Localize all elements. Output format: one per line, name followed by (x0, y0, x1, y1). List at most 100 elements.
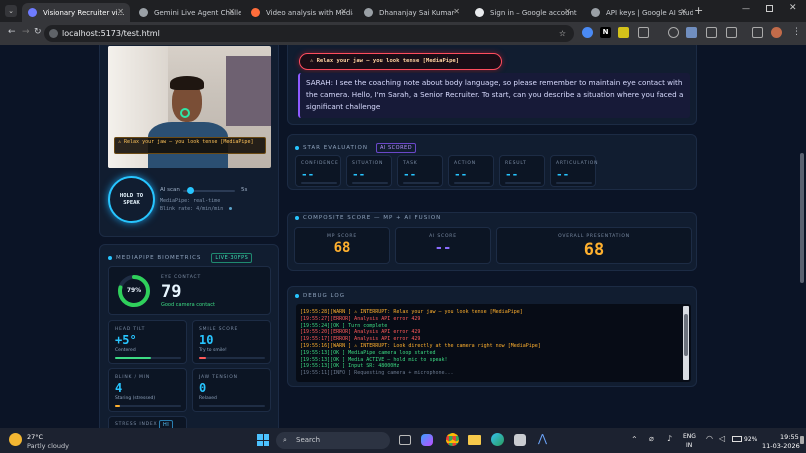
clock-time[interactable]: 19:55 (780, 433, 799, 441)
windows-start-icon[interactable] (257, 434, 269, 446)
forward-icon[interactable]: → (22, 27, 30, 37)
extension-icon-6[interactable] (686, 27, 697, 38)
stress-index-badge: HI (159, 420, 174, 428)
extension-icon-3[interactable] (618, 27, 629, 38)
mp-score-label: MP SCORE (327, 234, 357, 239)
weather-icon[interactable] (9, 433, 22, 446)
extension-icon-5[interactable] (668, 27, 679, 38)
input-language[interactable]: ENG (683, 433, 696, 440)
battery-icon[interactable] (732, 436, 742, 442)
browser-tab[interactable]: Gemini Live Agent Challen ✕ (133, 3, 241, 22)
extension-icon-8[interactable] (726, 27, 737, 38)
ai-scan-label: AI scan (160, 187, 180, 193)
tab-title: Visionary Recruiter vi... (43, 8, 125, 17)
weather-temp[interactable]: 27°C (27, 433, 43, 441)
task-view-icon[interactable] (399, 435, 411, 445)
mp-score-value: 68 (333, 240, 351, 256)
profile-avatar-icon[interactable] (771, 27, 782, 38)
ai-scan-slider[interactable] (183, 187, 235, 194)
app-arrow-icon[interactable]: ⋀ (538, 432, 547, 445)
tab-close-icon[interactable]: ✕ (453, 7, 460, 16)
settings-gear-icon[interactable] (514, 434, 526, 446)
volume-icon[interactable]: ◁ (719, 434, 725, 443)
tab-favicon-icon (591, 8, 600, 17)
video-warning-overlay: ⚠ Relax your jaw — you look tense [Media… (114, 137, 266, 154)
tab-favicon-icon (475, 8, 484, 17)
jaw-tension-value: 0 (199, 381, 207, 395)
star-card-label: ACTION (454, 161, 476, 166)
tab-close-icon[interactable]: ✕ (340, 7, 347, 16)
tab-close-icon[interactable]: ✕ (564, 7, 571, 16)
microphone-icon[interactable]: ♪ (667, 434, 672, 443)
new-tab-button[interactable]: + (694, 4, 703, 17)
tray-overflow-icon[interactable]: ⌃ (631, 435, 638, 444)
star-card-bar (556, 182, 592, 184)
notification-icon[interactable] (800, 436, 804, 444)
reload-icon[interactable]: ↻ (34, 27, 42, 37)
browser-tab[interactable]: Sign in – Google accounts ✕ (469, 3, 577, 22)
smile-score-note: Try to smile! (199, 348, 227, 353)
page-scrollbar[interactable] (798, 45, 806, 428)
close-window-icon[interactable]: ✕ (789, 3, 797, 13)
back-icon[interactable]: ← (8, 27, 16, 37)
star-card-confidence: CONFIDENCE -- (295, 155, 341, 187)
smile-score-bar (199, 357, 265, 359)
restore-icon[interactable] (766, 5, 773, 12)
browser-tab[interactable]: API keys | Google AI Studi ✕ (585, 3, 693, 22)
browser-tab[interactable]: Dhananjay Sai Kumar ✕ (358, 3, 466, 22)
bookmark-star-icon[interactable]: ☆ (559, 25, 566, 42)
overall-presentation-value: 68 (583, 240, 605, 260)
weather-desc[interactable]: Partly cloudy (27, 442, 69, 450)
extension-icon-2[interactable]: N (600, 27, 611, 38)
hold-to-speak-button[interactable]: HOLD TO SPEAK (108, 176, 155, 223)
extension-icon-9[interactable] (752, 27, 763, 38)
hold-to-speak-label: HOLD TO SPEAK (119, 192, 144, 206)
browser-tab[interactable]: Video analysis with Medial ✕ (245, 3, 353, 22)
section-dot-icon (295, 146, 299, 150)
composite-score-panel: COMPOSITE SCORE — MP + AI FUSION MP SCOR… (287, 212, 697, 271)
tab-close-icon[interactable]: ✕ (680, 7, 687, 16)
blink-status-dot-icon (229, 207, 233, 210)
debug-log-box[interactable]: [19:55:28][WARN ] ⚠ INTERRUPT: Relax you… (296, 304, 691, 382)
network-off-icon[interactable]: ⌀ (649, 434, 654, 443)
ai-scan-slider-thumb[interactable] (187, 187, 194, 194)
chat-message-text: SARAH: I see the coaching note about bod… (306, 78, 684, 111)
browser-tab[interactable]: Visionary Recruiter vi... ✕ (22, 3, 130, 22)
taskbar-search-box[interactable]: ⌕ Search (276, 432, 390, 449)
chrome-taskbar-icon[interactable] (446, 433, 459, 446)
minimize-icon[interactable]: — (742, 4, 750, 13)
scrollbar-thumb[interactable] (684, 314, 688, 356)
debug-log-scrollbar[interactable] (683, 306, 689, 380)
tab-close-icon[interactable]: ✕ (228, 7, 235, 16)
edge-icon[interactable] (491, 433, 504, 446)
extension-icon-1[interactable] (582, 27, 593, 38)
log-line: [19:55:28][WARN ] ⚠ INTERRUPT: Relax you… (300, 309, 523, 315)
head-tilt-card: HEAD TILT +5° Centered (108, 320, 187, 364)
copilot-icon[interactable] (421, 434, 433, 446)
url-field[interactable]: localhost:5173/test.html ☆ (44, 25, 574, 42)
tab-search-button[interactable]: ⌄ (5, 5, 17, 17)
jaw-tension-card: JAW TENSION 0 Relaxed (192, 368, 271, 412)
star-card-result: RESULT -- (499, 155, 545, 187)
clock-date[interactable]: 11-03-2026 (762, 442, 800, 450)
input-region[interactable]: IN (686, 442, 692, 449)
tab-favicon-icon (364, 8, 373, 17)
star-card-action: ACTION -- (448, 155, 494, 187)
extension-icon-7[interactable] (706, 27, 717, 38)
log-line: [19:55:20][ERROR] Analysis API error 429 (300, 329, 421, 336)
chat-panel: ⚠ Relax your jaw — you look tense [Media… (287, 45, 697, 125)
stress-index-label: STRESS INDEX (115, 422, 158, 427)
browser-menu-icon[interactable]: ⋮ (792, 27, 801, 37)
file-explorer-icon[interactable] (468, 435, 481, 445)
composite-header: COMPOSITE SCORE — MP + AI FUSION (295, 215, 441, 221)
blink-rate-value: Blink rate: 4/min/min (160, 206, 224, 212)
blink-note: Staring (stressed) (115, 396, 156, 401)
star-card-bar (454, 182, 490, 184)
site-info-icon[interactable] (49, 29, 58, 38)
extensions-puzzle-icon[interactable] (638, 27, 649, 38)
wifi-icon[interactable]: ◠ (706, 434, 713, 443)
page-scrollbar-thumb[interactable] (800, 153, 804, 283)
tab-close-icon[interactable]: ✕ (117, 7, 124, 16)
taskbar-search-placeholder: Search (296, 436, 321, 444)
biometrics-title: MEDIAPIPE BIOMETRICS (116, 255, 202, 261)
